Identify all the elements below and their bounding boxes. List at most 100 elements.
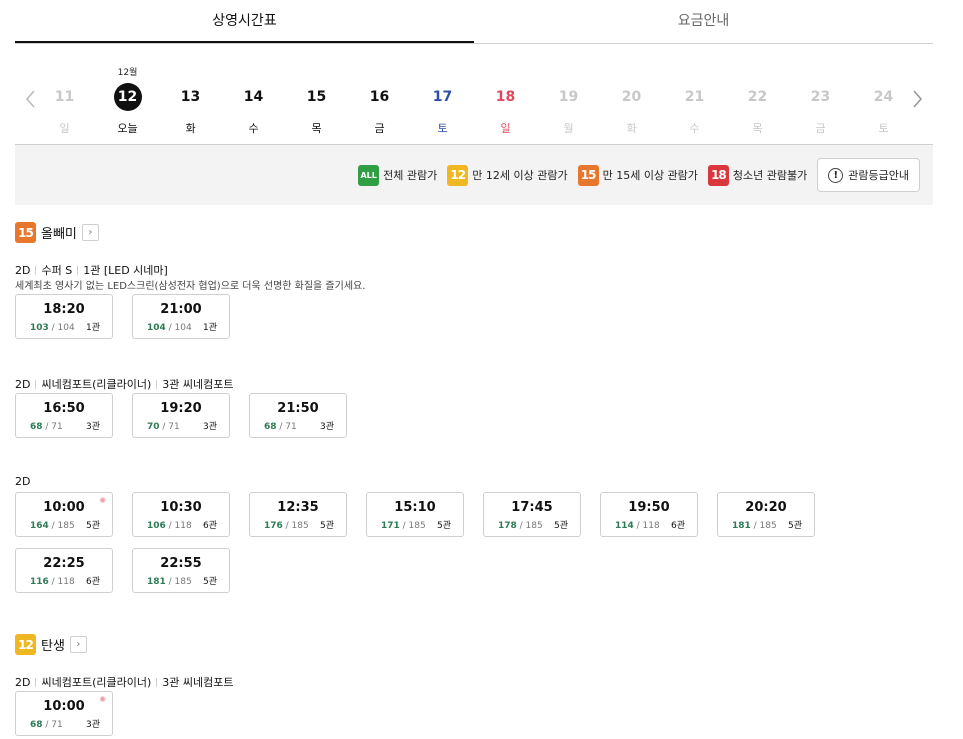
- date-item[interactable]: 14 수: [222, 45, 285, 145]
- total-seats: / 71: [42, 422, 63, 432]
- remaining-seats: 181: [147, 577, 166, 587]
- date-list: 11 일 12월 12 오늘 13 화 14 수 15 목 16 금 17 토 18 일 19 월 20 화 21 수 22 목…: [33, 45, 915, 145]
- date-number: 14: [243, 89, 264, 105]
- date-item[interactable]: 17 토: [411, 45, 474, 145]
- date-item[interactable]: 12월 12 오늘: [96, 45, 159, 145]
- total-seats: / 118: [633, 521, 660, 531]
- total-seats: / 118: [48, 577, 75, 587]
- total-seats: / 185: [48, 521, 75, 531]
- divider: [77, 265, 79, 275]
- date-number: 19: [558, 89, 579, 105]
- screen-type: 수퍼 S: [41, 264, 73, 277]
- date-number: 21: [684, 89, 705, 105]
- divider: [156, 379, 158, 389]
- showtime-time: 12:35: [277, 500, 319, 515]
- legend-label: 만 15세 이상 관람가: [602, 169, 698, 182]
- total-seats: / 71: [159, 422, 180, 432]
- legend-item: 15 만 15세 이상 관람가: [577, 164, 698, 186]
- showtime-slot[interactable]: 10:00 68 / 71 3관 ✺: [15, 691, 113, 736]
- movie-detail-button[interactable]: ›: [69, 636, 87, 653]
- showtime-slot[interactable]: 17:45 178 / 185 5관: [483, 492, 581, 537]
- remaining-seats: 164: [30, 521, 49, 531]
- showtime-slot[interactable]: 19:50 114 / 118 6관: [600, 492, 698, 537]
- date-item: 23 금: [789, 45, 852, 145]
- showtime-slot[interactable]: 10:00 164 / 185 5관 ✺: [15, 492, 113, 537]
- seat-count: 68 / 71: [30, 720, 63, 730]
- showtime-slot[interactable]: 22:55 181 / 185 5관: [132, 548, 230, 593]
- weekday-label: 토: [878, 122, 889, 135]
- date-number: 22: [747, 89, 768, 105]
- remaining-seats: 181: [732, 521, 751, 531]
- legend-item: 12 만 12세 이상 관람가: [447, 164, 568, 186]
- month-label: 12월: [117, 68, 138, 78]
- showtime-slot[interactable]: 22:25 116 / 118 6관: [15, 548, 113, 593]
- tab-showtimes[interactable]: 상영시간표: [15, 0, 474, 43]
- date-number: 18: [495, 89, 516, 105]
- hall-number: 3관: [85, 422, 100, 432]
- showtime-slot[interactable]: 12:35 176 / 185 5관: [249, 492, 347, 537]
- screen-format: 2D: [15, 377, 31, 391]
- showtime-slot[interactable]: 15:10 171 / 185 5관: [366, 492, 464, 537]
- rating-15-icon: 15: [577, 164, 599, 186]
- weekday-label: 토: [437, 122, 448, 135]
- hall-number: 5관: [787, 521, 802, 531]
- seat-count: 164 / 185: [30, 521, 75, 531]
- rating-guide-button[interactable]: ! 관람등급안내: [817, 158, 920, 192]
- seat-count: 68 / 71: [30, 422, 63, 432]
- remaining-seats: 70: [147, 422, 160, 432]
- total-seats: / 71: [276, 422, 297, 432]
- weekday-label: 일: [500, 122, 511, 135]
- seat-count: 106 / 118: [147, 521, 192, 531]
- showtime-list: 10:00 164 / 185 5관 ✺ 10:30 106 / 118 6관 12:35 17…: [15, 492, 945, 604]
- weekday-label: 수: [689, 122, 700, 135]
- info-icon: !: [828, 167, 844, 183]
- rating-guide-label: 관람등급안내: [848, 169, 909, 182]
- tab-pricing[interactable]: 요금안내: [474, 0, 933, 43]
- seat-count: 103 / 104: [30, 323, 75, 333]
- showtime-time: 22:55: [160, 556, 202, 571]
- showtime-time: 19:50: [628, 500, 670, 515]
- screen-type: 씨네컴포트(리클라이너): [41, 676, 152, 689]
- remaining-seats: 114: [615, 521, 634, 531]
- hall-number: 3관: [319, 422, 334, 432]
- seat-count: 68 / 71: [264, 422, 297, 432]
- screen-info: 2D: [15, 475, 30, 488]
- seat-count: 104 / 104: [147, 323, 192, 333]
- schedule-tabs: 상영시간표 요금안내: [15, 0, 933, 44]
- divider: [35, 379, 37, 389]
- weekday-label: 금: [374, 122, 385, 135]
- showtime-slot[interactable]: 21:50 68 / 71 3관: [249, 393, 347, 438]
- showtime-time: 10:00: [43, 500, 85, 515]
- next-week-button[interactable]: [908, 87, 928, 111]
- movie-name[interactable]: 올빼미: [41, 223, 77, 242]
- showtime-slot[interactable]: 20:20 181 / 185 5관: [717, 492, 815, 537]
- total-seats: / 104: [48, 323, 75, 333]
- legend-item: ALL 전체 관람가: [358, 164, 437, 186]
- rating-legend: ALL 전체 관람가 12 만 12세 이상 관람가 15 만 15세 이상 관람가 18 청…: [15, 145, 933, 205]
- weekday-label: 오늘: [117, 122, 138, 135]
- showtime-slot[interactable]: 16:50 68 / 71 3관: [15, 393, 113, 438]
- movie-detail-button[interactable]: ›: [81, 224, 99, 241]
- date-item[interactable]: 16 금: [348, 45, 411, 145]
- date-item[interactable]: 13 화: [159, 45, 222, 145]
- weekday-label: 월: [563, 122, 574, 135]
- divider: [156, 677, 158, 687]
- showtime-slot[interactable]: 19:20 70 / 71 3관: [132, 393, 230, 438]
- divider: [35, 677, 37, 687]
- hall-number: 1관: [85, 323, 100, 333]
- hall-number: 3관: [85, 720, 100, 730]
- hall-number: 5관: [202, 577, 217, 587]
- showtime-slot[interactable]: 18:20 103 / 104 1관: [15, 294, 113, 339]
- weekday-label: 화: [185, 122, 196, 135]
- date-item[interactable]: 18 일: [474, 45, 537, 145]
- screen-format: 2D: [15, 263, 31, 277]
- remaining-seats: 116: [30, 577, 49, 587]
- date-item[interactable]: 15 목: [285, 45, 348, 145]
- date-item: 11 일: [33, 45, 96, 145]
- weekday-label: 일: [59, 122, 70, 135]
- showtime-slot[interactable]: 21:00 104 / 104 1관: [132, 294, 230, 339]
- screen-info: 2D 씨네컴포트(리클라이너) 3관 씨네컴포트: [15, 376, 233, 392]
- movie-name[interactable]: 탄생: [41, 635, 65, 654]
- hall-number: 6관: [85, 577, 100, 587]
- showtime-slot[interactable]: 10:30 106 / 118 6관: [132, 492, 230, 537]
